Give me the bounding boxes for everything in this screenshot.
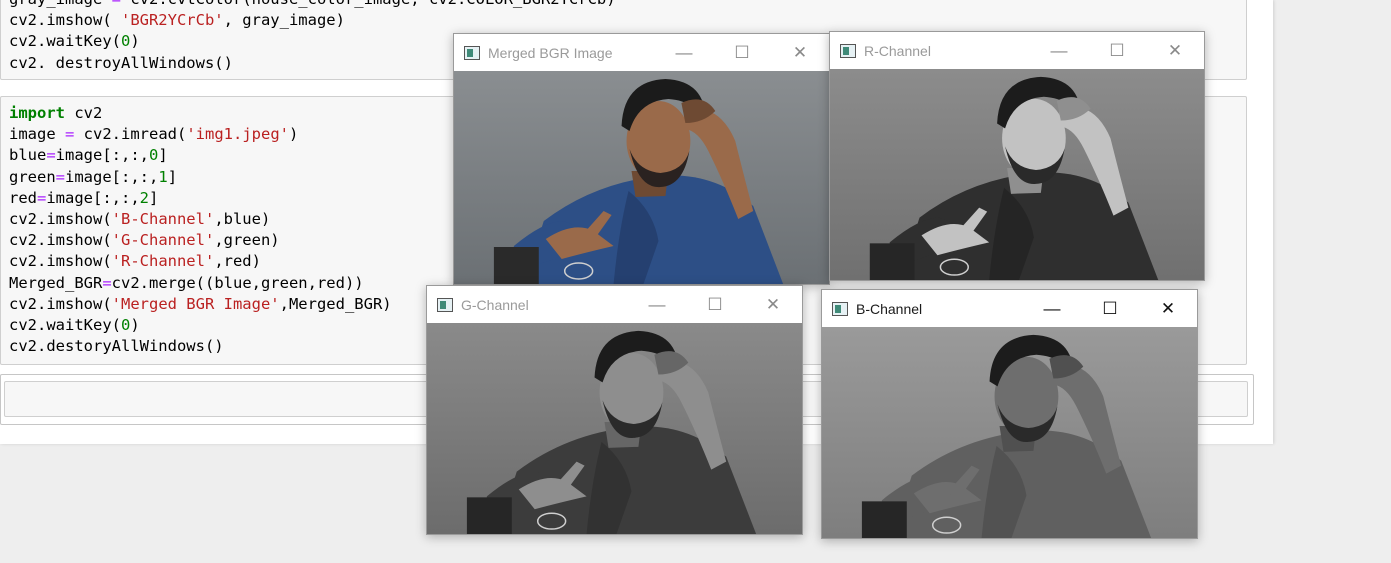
minimize-button[interactable]: — [1023,290,1081,327]
close-button[interactable]: ✕ [1139,290,1197,327]
window-title: Merged BGR Image [488,44,613,61]
minimize-button[interactable]: — [655,34,713,71]
close-button[interactable]: ✕ [771,34,829,71]
titlebar[interactable]: B-Channel — ☐ ✕ [822,290,1197,327]
app-window-icon [437,297,453,312]
close-button[interactable]: ✕ [1146,32,1204,69]
app-window-icon [832,301,848,316]
window-merged-bgr-image[interactable]: Merged BGR Image — ☐ ✕ [453,33,830,285]
r-channel-image [830,69,1204,280]
minimize-button[interactable]: — [628,286,686,323]
maximize-button[interactable]: ☐ [1088,32,1146,69]
window-g-channel[interactable]: G-Channel — ☐ ✕ [426,285,803,535]
window-title: B-Channel [856,300,923,317]
titlebar[interactable]: R-Channel — ☐ ✕ [830,32,1204,69]
titlebar[interactable]: Merged BGR Image — ☐ ✕ [454,34,829,71]
window-r-channel[interactable]: R-Channel — ☐ ✕ [829,31,1205,281]
window-b-channel[interactable]: B-Channel — ☐ ✕ [821,289,1198,539]
b-channel-image [822,327,1197,538]
close-button[interactable]: ✕ [744,286,802,323]
window-title: G-Channel [461,296,529,313]
app-window-icon [464,45,480,60]
code-line: gray_image = cv2.cvtColor(house_color_im… [9,0,1246,10]
code-line: cv2.imshow( 'BGR2YCrCb', gray_image) [9,11,345,30]
app-window-icon [840,43,856,58]
window-title: R-Channel [864,42,931,59]
maximize-button[interactable]: ☐ [686,286,744,323]
merged-bgr-image [454,71,829,284]
g-channel-image [427,323,802,534]
maximize-button[interactable]: ☐ [713,34,771,71]
maximize-button[interactable]: ☐ [1081,290,1139,327]
minimize-button[interactable]: — [1030,32,1088,69]
titlebar[interactable]: G-Channel — ☐ ✕ [427,286,802,323]
